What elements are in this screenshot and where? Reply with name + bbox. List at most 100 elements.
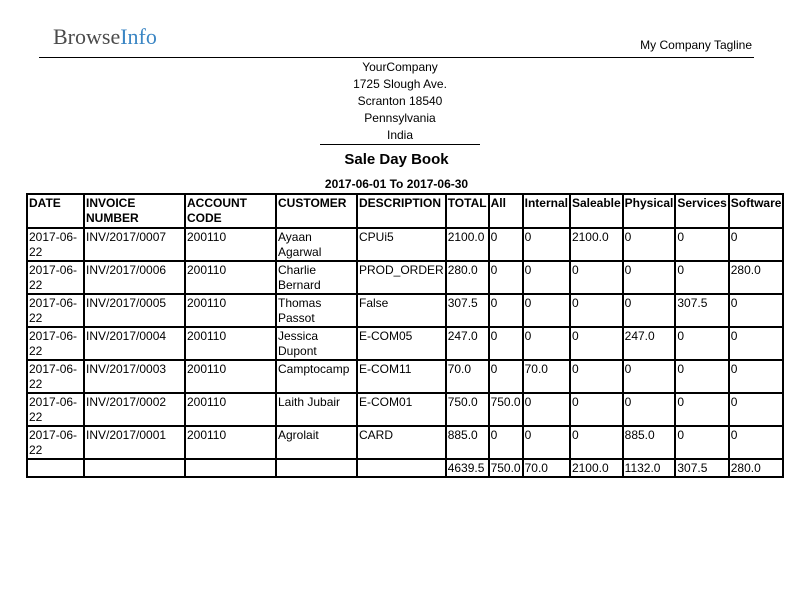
col-header-physical: Physical <box>621 193 677 229</box>
cell-account-code: 200110 <box>184 425 277 460</box>
cell-description: E-COM01 <box>356 392 447 427</box>
cell-software: 280.0 <box>727 260 785 295</box>
address-divider <box>320 144 480 145</box>
report-title: Sale Day Book <box>344 151 449 168</box>
table-row: 2017-06-22 INV/2017/0003 200110 Camptocamp E… <box>26 359 785 394</box>
cell-internal: 0 <box>521 260 571 295</box>
cell-internal: 0 <box>521 326 571 361</box>
total-account-code <box>184 458 277 478</box>
cell-description: CARD <box>356 425 447 460</box>
cell-total: 2100.0 <box>444 227 490 262</box>
cell-all: 750.0 <box>487 392 524 427</box>
cell-description: E-COM11 <box>356 359 447 394</box>
company-name: YourCompany <box>362 60 438 74</box>
cell-invoice-number: INV/2017/0002 <box>83 392 186 427</box>
total-description <box>356 458 447 478</box>
cell-software: 0 <box>727 359 785 394</box>
cell-software: 0 <box>727 227 785 262</box>
table-row: 2017-06-22 INV/2017/0001 200110 Agrolait CAR… <box>26 425 785 460</box>
cell-total: 885.0 <box>444 425 490 460</box>
cell-invoice-number: INV/2017/0006 <box>83 260 186 295</box>
col-header-services: Services <box>674 193 730 229</box>
cell-physical: 0 <box>621 227 677 262</box>
totals-row: 4639.5 750.0 70.0 2100.0 1132.0 307.5 280.0 <box>26 458 785 478</box>
cell-saleable: 2100.0 <box>568 227 624 262</box>
company-state: Pennsylvania <box>364 111 436 125</box>
cell-invoice-number: INV/2017/0003 <box>83 359 186 394</box>
sale-day-book-table: DATE INVOICE NUMBER ACCOUNT CODE CUSTOME… <box>26 193 785 478</box>
cell-account-code: 200110 <box>184 260 277 295</box>
cell-account-code: 200110 <box>184 359 277 394</box>
cell-all: 0 <box>487 326 524 361</box>
cell-physical: 0 <box>621 392 677 427</box>
company-street: 1725 Slough Ave. <box>353 77 447 91</box>
cell-account-code: 200110 <box>184 326 277 361</box>
cell-date: 2017-06-22 <box>26 392 85 427</box>
cell-total: 70.0 <box>444 359 490 394</box>
cell-all: 0 <box>487 293 524 328</box>
cell-software: 0 <box>727 392 785 427</box>
company-country: India <box>386 128 414 142</box>
cell-date: 2017-06-22 <box>26 359 85 394</box>
col-header-invoice-number: INVOICE NUMBER <box>83 193 186 229</box>
cell-total: 307.5 <box>444 293 490 328</box>
cell-internal: 0 <box>521 392 571 427</box>
cell-internal: 0 <box>521 293 571 328</box>
col-header-customer: CUSTOMER <box>275 193 358 229</box>
cell-services: 0 <box>674 326 730 361</box>
company-address: YourCompany 1725 Slough Ave. Scranton 18… <box>320 59 480 144</box>
cell-customer: Thomas Passot <box>275 293 358 328</box>
cell-customer: Charlie Bernard <box>275 260 358 295</box>
col-header-account-code: ACCOUNT CODE <box>184 193 277 229</box>
table-row: 2017-06-22 INV/2017/0006 200110 Charlie Ber… <box>26 260 785 295</box>
cell-customer: Camptocamp <box>275 359 358 394</box>
cell-customer: Laith Jubair <box>275 392 358 427</box>
total-software: 280.0 <box>727 458 785 478</box>
cell-invoice-number: INV/2017/0005 <box>83 293 186 328</box>
cell-customer: Jessica Dupont <box>275 326 358 361</box>
total-saleable: 2100.0 <box>568 458 624 478</box>
cell-total: 280.0 <box>444 260 490 295</box>
cell-physical: 247.0 <box>621 326 677 361</box>
col-header-saleable: Saleable <box>568 193 624 229</box>
header-divider <box>39 57 754 58</box>
company-logo: BrowseInfo <box>53 24 157 50</box>
cell-all: 0 <box>487 359 524 394</box>
cell-physical: 885.0 <box>621 425 677 460</box>
cell-services: 307.5 <box>674 293 730 328</box>
cell-description: E-COM05 <box>356 326 447 361</box>
cell-services: 0 <box>674 425 730 460</box>
cell-physical: 0 <box>621 359 677 394</box>
cell-invoice-number: INV/2017/0001 <box>83 425 186 460</box>
logo-text-info: Info <box>120 24 157 49</box>
table-row: 2017-06-22 INV/2017/0004 200110 Jessica Dup… <box>26 326 785 361</box>
total-total: 4639.5 <box>444 458 490 478</box>
total-customer <box>275 458 358 478</box>
cell-date: 2017-06-22 <box>26 227 85 262</box>
col-header-software: Software <box>727 193 785 229</box>
cell-date: 2017-06-22 <box>26 293 85 328</box>
cell-description: False <box>356 293 447 328</box>
cell-account-code: 200110 <box>184 293 277 328</box>
cell-physical: 0 <box>621 293 677 328</box>
cell-account-code: 200110 <box>184 392 277 427</box>
cell-invoice-number: INV/2017/0007 <box>83 227 186 262</box>
cell-all: 0 <box>487 260 524 295</box>
cell-services: 0 <box>674 227 730 262</box>
total-internal: 70.0 <box>521 458 571 478</box>
cell-software: 0 <box>727 326 785 361</box>
cell-all: 0 <box>487 227 524 262</box>
col-header-all: All <box>487 193 524 229</box>
cell-description: CPUi5 <box>356 227 447 262</box>
cell-customer: Agrolait <box>275 425 358 460</box>
table-row: 2017-06-22 INV/2017/0005 200110 Thomas Pass… <box>26 293 785 328</box>
cell-saleable: 0 <box>568 392 624 427</box>
cell-total: 247.0 <box>444 326 490 361</box>
cell-saleable: 0 <box>568 326 624 361</box>
cell-software: 0 <box>727 293 785 328</box>
cell-date: 2017-06-22 <box>26 425 85 460</box>
col-header-description: DESCRIPTION <box>356 193 447 229</box>
total-physical: 1132.0 <box>621 458 677 478</box>
cell-services: 0 <box>674 392 730 427</box>
cell-date: 2017-06-22 <box>26 260 85 295</box>
